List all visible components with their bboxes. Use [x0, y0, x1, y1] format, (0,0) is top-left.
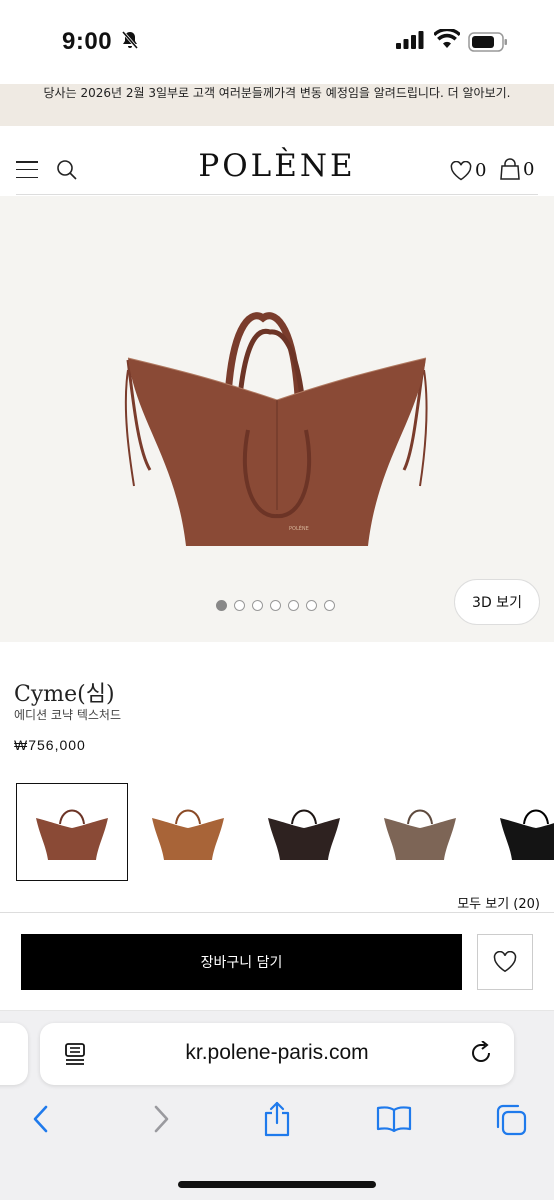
wishlist-button[interactable]: 0: [450, 160, 486, 181]
color-swatch-camel[interactable]: [132, 783, 244, 881]
bookmarks-icon[interactable]: [376, 1105, 412, 1133]
gallery-dot[interactable]: [216, 600, 227, 611]
back-icon[interactable]: [30, 1103, 52, 1135]
previous-tab-preview[interactable]: [0, 1023, 28, 1085]
cellular-signal-icon: [396, 31, 424, 49]
share-icon[interactable]: [262, 1101, 292, 1137]
tabs-icon[interactable]: [494, 1103, 528, 1137]
see-all-colors-link[interactable]: 모두 보기 (20): [457, 893, 540, 912]
swatch-bag-image: [152, 809, 224, 860]
status-bar: 9:00: [0, 0, 554, 84]
swatch-bag-image: [36, 809, 108, 860]
address-bar[interactable]: kr.polene-paris.com: [40, 1023, 514, 1085]
add-to-cart-button[interactable]: 장바구니 담기: [21, 934, 462, 990]
gallery-dot[interactable]: [270, 600, 281, 611]
wifi-icon: [434, 29, 460, 48]
brand-logo[interactable]: POLÈNE: [192, 148, 362, 184]
swatch-bag-image: [268, 809, 340, 860]
swatch-bag-image: [384, 809, 456, 860]
product-description: 에디션 코냑 텍스처드: [14, 708, 121, 722]
browser-chrome: kr.polene-paris.com: [0, 1011, 554, 1200]
gallery-dot[interactable]: [288, 600, 299, 611]
announcement-banner[interactable]: 당사는 2026년 2월 3일부로 고객 여러분들께가격 변동 예정임을 알려드…: [0, 84, 554, 126]
shopping-bag-icon: [500, 158, 520, 180]
search-icon[interactable]: [56, 159, 78, 181]
color-swatch-taupe[interactable]: [364, 783, 476, 881]
reload-icon[interactable]: [470, 1041, 494, 1067]
cart-button[interactable]: 0: [500, 158, 534, 180]
color-swatch-list: [16, 783, 554, 883]
heart-icon: [450, 160, 472, 180]
svg-text:POLÈNE: POLÈNE: [289, 524, 309, 532]
site-header: POLÈNE 0 0: [0, 126, 554, 196]
header-divider: [16, 194, 538, 195]
home-indicator[interactable]: [178, 1181, 376, 1188]
color-swatch-dark-chocolate[interactable]: [248, 783, 360, 881]
view-3d-button[interactable]: 3D 보기: [454, 579, 540, 625]
swatch-bag-image: [500, 809, 554, 860]
color-swatch-black[interactable]: [480, 783, 554, 881]
product-image[interactable]: POLÈNE: [118, 310, 436, 550]
battery-icon: [468, 32, 507, 52]
menu-icon[interactable]: [16, 161, 38, 179]
color-swatch-cognac[interactable]: [16, 783, 128, 881]
gallery-dot[interactable]: [324, 600, 335, 611]
product-name: Cyme(심): [14, 682, 115, 707]
add-to-wishlist-button[interactable]: [477, 934, 533, 990]
url-text[interactable]: kr.polene-paris.com: [40, 1041, 514, 1065]
silent-bell-icon: [121, 31, 139, 49]
browser-toolbar: [0, 1101, 554, 1147]
status-time: 9:00: [62, 28, 113, 55]
gallery-dot[interactable]: [252, 600, 263, 611]
heart-icon: [493, 951, 517, 973]
section-divider: [0, 912, 554, 913]
gallery-pagination[interactable]: [216, 600, 335, 611]
gallery-dot[interactable]: [306, 600, 317, 611]
forward-icon[interactable]: [150, 1103, 172, 1135]
cart-count: 0: [523, 158, 535, 180]
gallery-dot[interactable]: [234, 600, 245, 611]
product-price: ₩756,000: [14, 737, 86, 753]
product-gallery[interactable]: POLÈNE 3D 보기: [0, 196, 554, 642]
wishlist-count: 0: [475, 160, 487, 181]
